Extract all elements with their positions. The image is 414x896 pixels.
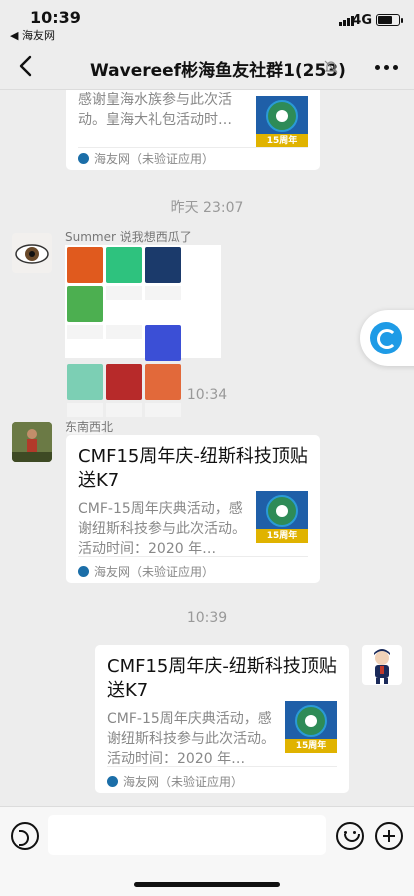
battery-icon bbox=[376, 14, 403, 26]
my-avatar[interactable] bbox=[362, 645, 402, 685]
app-logo-icon bbox=[78, 153, 89, 164]
battery-level bbox=[378, 16, 392, 24]
network-type: 4G bbox=[352, 13, 372, 28]
back-arrow-icon[interactable] bbox=[12, 50, 42, 82]
card-thumbnail: 15周年 bbox=[256, 491, 308, 543]
app-logo-icon bbox=[78, 566, 89, 577]
card-source: 海友网（未验证应用） bbox=[78, 150, 214, 167]
timestamp: 10:39 bbox=[186, 610, 228, 626]
link-card[interactable]: CMF15周年庆-纽斯科技顶贴送K7 CMF-15周年庆典活动，感谢纽斯科技参与… bbox=[95, 645, 349, 793]
card-source: 海友网（未验证应用） bbox=[78, 563, 214, 580]
card-thumbnail: 15周年 bbox=[285, 701, 337, 753]
shared-image[interactable] bbox=[65, 245, 221, 434]
link-card[interactable]: CMF15周年庆-纽斯科技顶贴送K7 CMF-15周年庆典活动，感谢纽斯科技参与… bbox=[66, 435, 320, 583]
refresh-icon bbox=[370, 322, 402, 354]
message-input[interactable] bbox=[48, 815, 326, 855]
card-thumbnail: 15周年 bbox=[256, 96, 308, 148]
card-title: CMF15周年庆-纽斯科技顶贴送K7 bbox=[107, 656, 337, 701]
app-logo-icon bbox=[107, 776, 118, 787]
emoji-icon[interactable] bbox=[336, 822, 364, 850]
sender-name: Summer 说我想西瓜了 bbox=[65, 230, 192, 244]
status-bar: 10:39 ◀ 海友网 4G bbox=[0, 0, 414, 44]
chat-title: Wavereef彬海鱼友社群1(253) bbox=[90, 61, 346, 81]
voice-icon[interactable] bbox=[11, 822, 39, 850]
bell-off-icon bbox=[324, 60, 338, 74]
card-source: 海友网（未验证应用） bbox=[107, 773, 243, 790]
back-to-app-link[interactable]: ◀ 海友网 bbox=[10, 27, 55, 43]
timestamp: 10:34 bbox=[186, 387, 228, 403]
chat-header: Wavereef彬海鱼友社群1(253) bbox=[0, 44, 414, 90]
card-title: CMF15周年庆-纽斯科技顶贴送K7 bbox=[78, 446, 308, 491]
link-card[interactable]: 感谢皇海水族参与此次活动。皇海大礼包活动时… 15周年 海友网（未验证应用） bbox=[66, 90, 320, 170]
home-indicator bbox=[134, 882, 280, 887]
more-options-button[interactable] bbox=[373, 57, 400, 78]
timestamp: 昨天 23:07 bbox=[170, 200, 244, 216]
card-description: CMF-15周年庆典活动，感谢纽斯科技参与此次活动。活动时间：2020 年… bbox=[107, 711, 275, 767]
avatar[interactable] bbox=[12, 233, 52, 273]
plus-icon[interactable] bbox=[375, 822, 403, 850]
card-description: CMF-15周年庆典活动，感谢纽斯科技参与此次活动。活动时间：2020 年… bbox=[78, 501, 246, 557]
avatar[interactable] bbox=[12, 422, 52, 462]
clock: 10:39 bbox=[30, 8, 81, 27]
floating-app-button[interactable] bbox=[360, 310, 414, 366]
card-description: 感谢皇海水族参与此次活动。皇海大礼包活动时… bbox=[78, 92, 232, 128]
sender-name: 东南西北 bbox=[65, 420, 114, 434]
message-list[interactable]: 感谢皇海水族参与此次活动。皇海大礼包活动时… 15周年 海友网（未验证应用） 昨… bbox=[0, 90, 414, 806]
